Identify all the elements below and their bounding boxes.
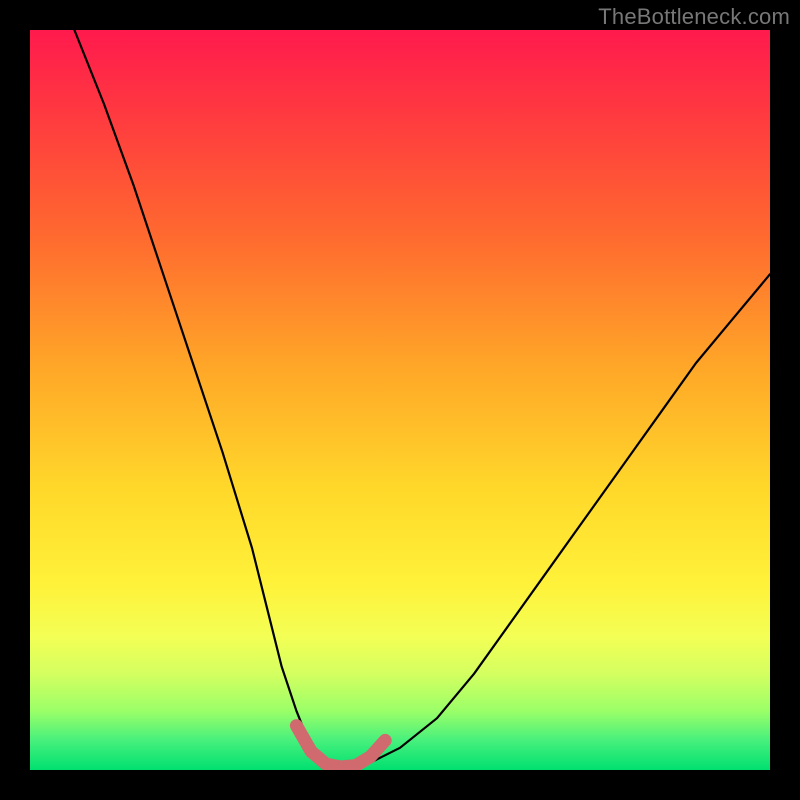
watermark-text: TheBottleneck.com [598,4,790,30]
chart-svg [30,30,770,770]
optimal-region-marker [296,726,385,767]
bottleneck-curve [74,30,770,770]
chart-plot-area [30,30,770,770]
chart-frame: TheBottleneck.com [0,0,800,800]
